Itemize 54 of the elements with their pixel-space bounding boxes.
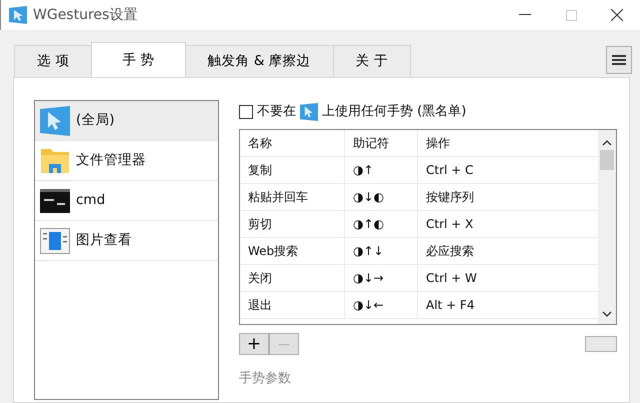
table-cell: ◑↓← (345, 292, 418, 318)
table-cell: 剪切 (240, 211, 345, 237)
app-list-item[interactable]: 图片查看 (35, 221, 218, 261)
scroll-up-icon[interactable] (602, 139, 612, 147)
cursor-icon (40, 106, 70, 136)
table-cell: ◑↓◐ (345, 184, 418, 210)
scroll-thumb[interactable] (600, 150, 614, 170)
app-name: 文件管理器 (76, 151, 146, 170)
tab[interactable]: 选 项 (14, 45, 92, 77)
table-cell-text: 按键序列 (425, 189, 475, 206)
app-name: (全局) (76, 111, 115, 130)
cursor-icon (300, 103, 318, 121)
checkbox-label: 上使用任何手势 (黑名单) (322, 103, 466, 122)
close-icon (611, 9, 623, 21)
app-name: cmd (76, 191, 106, 210)
terminal-icon (40, 188, 70, 212)
table-cell: 退出 (240, 292, 345, 318)
table-cell: ◑↑ (345, 157, 418, 183)
table-cell-text: Ctrl + W (425, 270, 478, 287)
table-cell: Web搜索 (240, 238, 345, 264)
menu-button[interactable] (606, 46, 632, 74)
app-list-item[interactable]: cmd (35, 181, 218, 221)
add-button[interactable]: + (239, 333, 269, 355)
column-header[interactable]: 操作 (418, 130, 598, 156)
checkbox-label: 不要在 (257, 103, 296, 122)
folder-icon (40, 146, 70, 174)
table-cell: ◑↑◐ (345, 211, 418, 237)
table-cell-text: Alt + F4 (425, 297, 476, 314)
checkbox[interactable] (239, 105, 253, 119)
scroll-down-icon[interactable] (602, 310, 612, 318)
minimize-icon (519, 14, 531, 16)
app-name: 图片查看 (76, 231, 132, 250)
table-cell: 复制 (240, 157, 345, 183)
tab[interactable]: 手 势 (91, 42, 186, 77)
table-cell: ◑↓→ (345, 265, 418, 291)
group-title: 手势参数 (239, 370, 292, 388)
window-title: WGestures设置 (33, 6, 138, 24)
tab[interactable]: 关 于 (332, 45, 412, 77)
scrollbar[interactable] (598, 130, 616, 324)
menu-icon (612, 52, 626, 66)
app-logo-icon (9, 6, 27, 24)
maximize-icon (566, 10, 576, 20)
table-cell-text: 必应搜索 (425, 243, 475, 260)
table-cell: 关闭 (240, 265, 345, 291)
app-list-item[interactable]: (全局) (35, 101, 218, 141)
column-header[interactable]: 名称 (240, 130, 345, 156)
table-cell: 粘贴并回车 (240, 184, 345, 210)
app-list-item[interactable]: 文件管理器 (35, 141, 218, 181)
table-cell: ◑↑↓ (345, 238, 418, 264)
table-cell-text: Ctrl + X (425, 216, 474, 233)
image-viewer-icon (40, 228, 70, 254)
table-cell-text: Ctrl + C (425, 162, 474, 179)
tab[interactable]: 触发角 & 摩擦边 (184, 45, 334, 77)
column-header[interactable]: 助记符 (345, 130, 418, 156)
